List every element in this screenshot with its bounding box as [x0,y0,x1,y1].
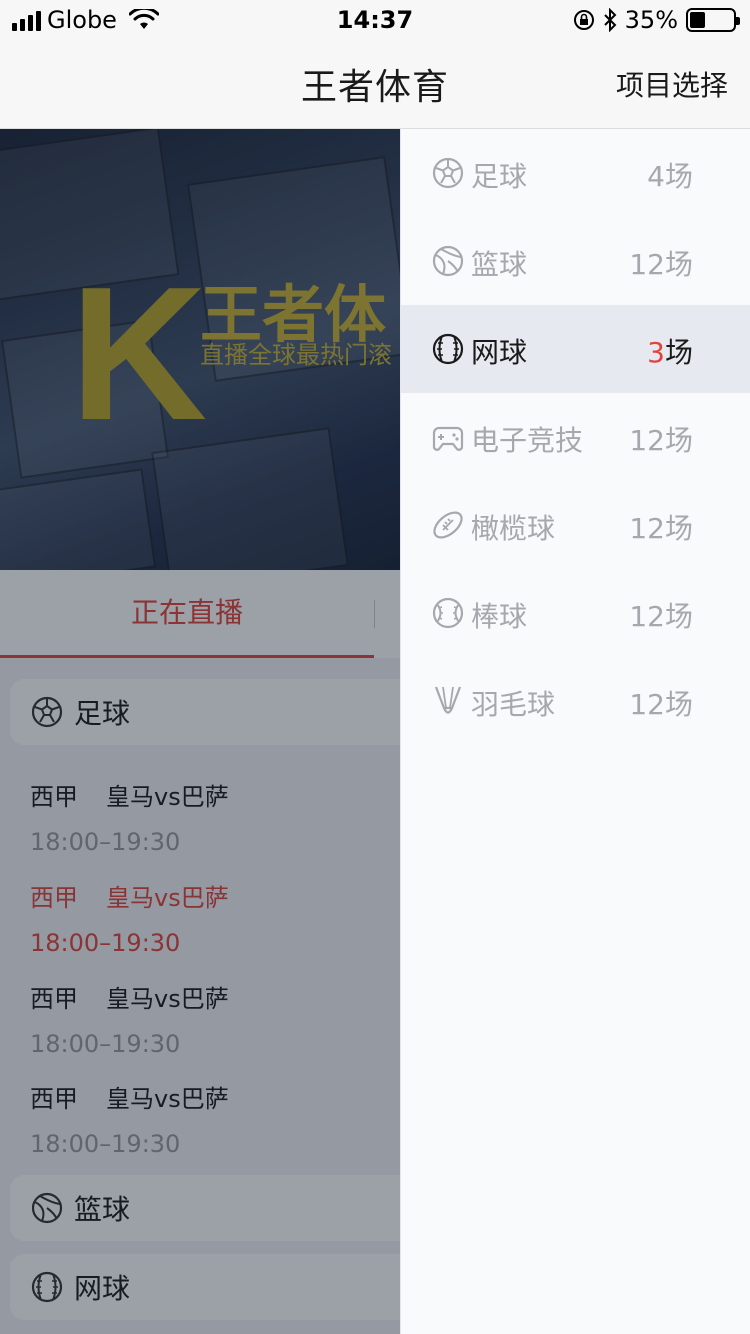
drawer-item-tennis[interactable]: 网球 3场 [401,305,750,393]
tennis-ball-icon [432,333,464,365]
drawer-item-soccer[interactable]: 足球 4场 [401,129,750,217]
drawer-item-badminton[interactable]: 羽毛球 12场 [401,657,750,745]
bluetooth-icon [603,8,617,32]
drawer-item-esports[interactable]: 电子竞技 12场 [401,393,750,481]
status-right: 35% [573,6,740,34]
sport-select-drawer: 足球 4场 篮球 12场 网球 3场 电子竞技 12场 橄榄球 12场 棒球 1… [400,129,750,1334]
soccer-ball-icon [432,157,464,189]
drawer-item-count: 12场 [629,688,693,721]
nav-bar: 王者体育 项目选择 [0,40,750,129]
drawer-item-baseball[interactable]: 棒球 12场 [401,569,750,657]
drawer-item-label: 网球 [471,336,528,369]
drawer-item-count: 12场 [629,248,693,281]
drawer-item-count: 3场 [647,336,693,369]
football-icon [433,511,463,539]
drawer-item-count: 12场 [629,424,693,457]
gamepad-icon [432,426,464,451]
battery-percent: 35% [624,6,678,34]
project-select-button[interactable]: 项目选择 [616,64,728,104]
drawer-item-rugby[interactable]: 橄榄球 12场 [401,481,750,569]
drawer-item-label: 棒球 [471,600,528,633]
shuttlecock-icon [434,686,462,714]
drawer-item-label: 足球 [471,160,528,193]
rotation-lock-icon [573,10,594,30]
drawer-item-count: 12场 [629,600,693,633]
drawer-item-count: 4场 [647,160,693,193]
battery-icon [686,8,740,32]
drawer-item-label: 篮球 [471,248,528,281]
drawer-item-label: 电子竞技 [471,424,584,457]
drawer-item-basketball[interactable]: 篮球 12场 [401,217,750,305]
drawer-item-label: 羽毛球 [471,688,556,721]
drawer-item-label: 橄榄球 [471,512,556,545]
drawer-dim-overlay[interactable] [0,129,400,1334]
drawer-item-count: 12场 [629,512,693,545]
basketball-icon [432,245,464,277]
baseball-icon [432,597,464,629]
status-bar: Globe 14:37 35% [0,0,750,40]
